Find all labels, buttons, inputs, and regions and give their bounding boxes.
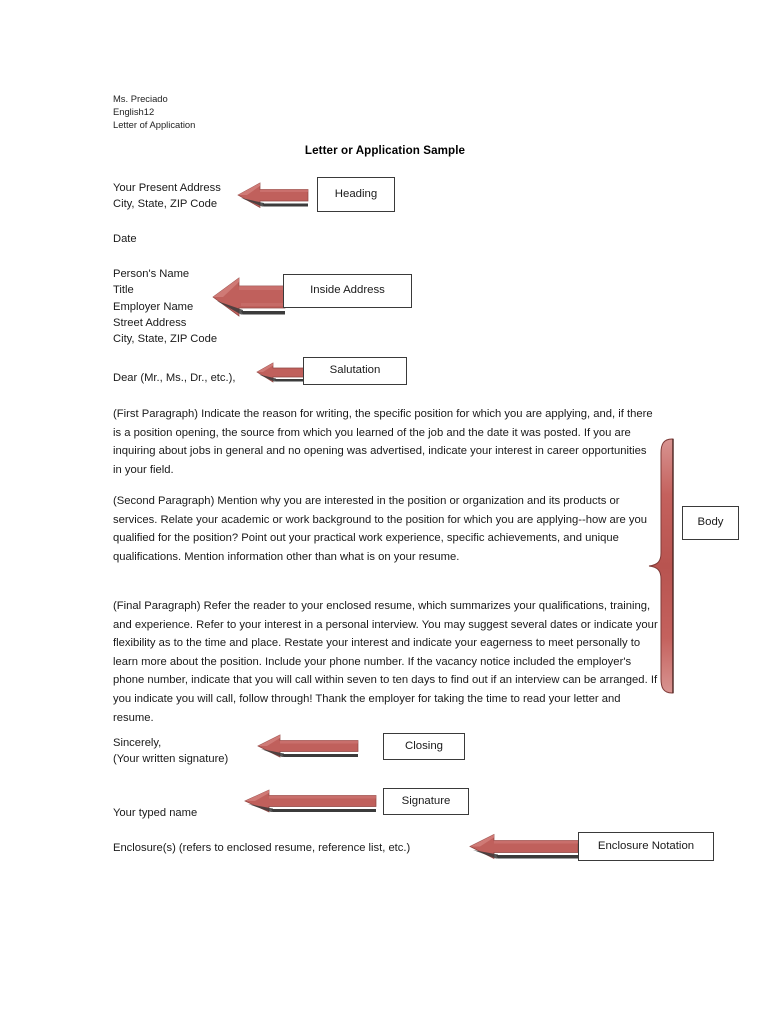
closing-block: Sincerely, (Your written signature) [113, 737, 229, 766]
course-info-block: Ms. Preciado English12 Letter of Applica… [113, 93, 196, 131]
inside-address-arrow-icon [212, 276, 286, 320]
callout-label-inside-address: Inside Address [310, 284, 385, 297]
heading-address-block: Your Present Address City, State, ZIP Co… [113, 182, 221, 211]
callout-box-inside-address: Inside Address [283, 274, 412, 308]
callout-box-salutation: Salutation [303, 357, 407, 385]
callout-box-heading: Heading [317, 177, 395, 212]
date-block: Date [113, 233, 137, 245]
callout-box-closing: Closing [383, 733, 465, 760]
page-title: Letter or Application Sample [304, 144, 466, 157]
body-paragraph-final: (Final Paragraph) Refer the reader to yo… [113, 600, 658, 724]
typed-name-block: Your typed name [113, 807, 198, 819]
callout-label-signature: Signature [401, 794, 451, 807]
signature-arrow-icon [244, 789, 377, 815]
salutation-block: Dear (Mr., Ms., Dr., etc.), [113, 372, 236, 384]
body-brace-icon [648, 437, 676, 695]
callout-box-signature: Signature [383, 788, 469, 815]
callout-box-enclosure-notation: Enclosure Notation [578, 832, 714, 861]
inside-address-block: Person's Name Title Employer Name Street… [113, 268, 218, 346]
callout-label-heading: Heading [334, 187, 378, 200]
callout-label-enclosure-notation: Enclosure Notation [597, 839, 695, 852]
enclosure-block: Enclosure(s) (refers to enclosed resume,… [113, 842, 411, 854]
body-paragraph-first: (First Paragraph) Indicate the reason fo… [113, 408, 653, 476]
callout-label-salutation: Salutation [329, 364, 381, 377]
heading-arrow-icon [237, 182, 309, 210]
callout-label-closing: Closing [405, 739, 443, 752]
salutation-arrow-icon [256, 362, 306, 384]
callout-label-body: Body [697, 516, 724, 529]
closing-arrow-icon [257, 734, 359, 760]
body-paragraph-second: (Second Paragraph) Mention why you are i… [113, 495, 648, 563]
callout-box-body: Body [682, 506, 739, 540]
enclosure-arrow-icon [469, 833, 579, 862]
document-page: Ms. Preciado English12 Letter of Applica… [0, 0, 770, 1024]
